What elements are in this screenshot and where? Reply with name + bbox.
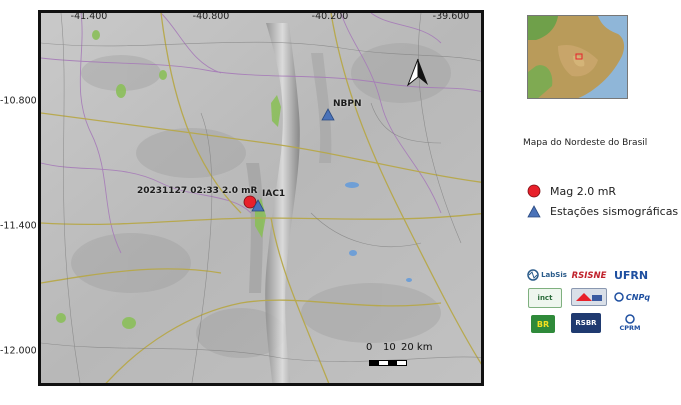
legend-item-station: Estações sismográficas bbox=[527, 201, 678, 221]
inset-map bbox=[527, 15, 628, 99]
logo-text: CPRM bbox=[619, 324, 641, 332]
scale-label: 10 bbox=[383, 342, 396, 353]
inset-terrain bbox=[528, 16, 627, 98]
scale-bar: 0 10 20 km bbox=[366, 342, 449, 366]
north-arrow-icon bbox=[406, 58, 428, 87]
logo-text: RSBR bbox=[575, 319, 597, 327]
rsisne-logo: RSISNE bbox=[571, 265, 607, 287]
logo-text: RSISNE bbox=[571, 271, 607, 281]
inset-caption: Mapa do Nordeste do Brasil bbox=[523, 138, 648, 148]
station-label: IAC1 bbox=[262, 189, 286, 199]
inct-logo: inct bbox=[528, 288, 562, 308]
cnpq-logo: CNPq bbox=[613, 289, 651, 305]
logo-text: LabSis bbox=[541, 271, 567, 279]
labsis-logo: LabSis bbox=[527, 266, 567, 284]
scale-label: 20 km bbox=[401, 342, 433, 353]
lon-tick: -40.800 bbox=[192, 11, 230, 22]
station-label: NBPN bbox=[333, 99, 362, 109]
logo-text: CNPq bbox=[625, 292, 651, 302]
station-marker-iac1[interactable] bbox=[251, 199, 265, 212]
red-circle-icon bbox=[527, 184, 541, 198]
legend-label: Estações sismográficas bbox=[550, 204, 679, 218]
petrobras-logo: BR bbox=[531, 315, 555, 333]
main-map[interactable]: -41.400 -40.800 -40.200 -39.600 NBPN IAC… bbox=[38, 10, 484, 386]
legend-label: Mag 2.0 mR bbox=[550, 184, 617, 198]
ufrn-logo: UFRN bbox=[611, 265, 651, 285]
lat-tick: -10.800 bbox=[0, 95, 37, 107]
event-label: 20231127 02:33 2.0 mR bbox=[137, 186, 258, 196]
partner-logo bbox=[571, 288, 607, 306]
lat-tick: -11.400 bbox=[0, 220, 37, 232]
legend-item-event: Mag 2.0 mR bbox=[527, 181, 678, 201]
station-marker-nbpn[interactable] bbox=[321, 108, 335, 121]
rsbr-logo: RSBR bbox=[571, 313, 601, 333]
logo-text: inct bbox=[537, 294, 553, 302]
scale-label: 0 bbox=[366, 342, 373, 353]
logo-text: UFRN bbox=[613, 268, 649, 282]
logo-text: BR bbox=[536, 319, 550, 329]
legend: Mag 2.0 mR Estações sismográficas bbox=[527, 181, 678, 221]
lon-tick: -41.400 bbox=[70, 11, 108, 22]
blue-triangle-icon bbox=[527, 204, 541, 218]
lon-tick: -40.200 bbox=[311, 11, 349, 22]
cprm-logo: CPRM bbox=[614, 312, 646, 334]
lat-tick: -12.000 bbox=[0, 345, 37, 357]
lon-tick: -39.600 bbox=[432, 11, 470, 22]
